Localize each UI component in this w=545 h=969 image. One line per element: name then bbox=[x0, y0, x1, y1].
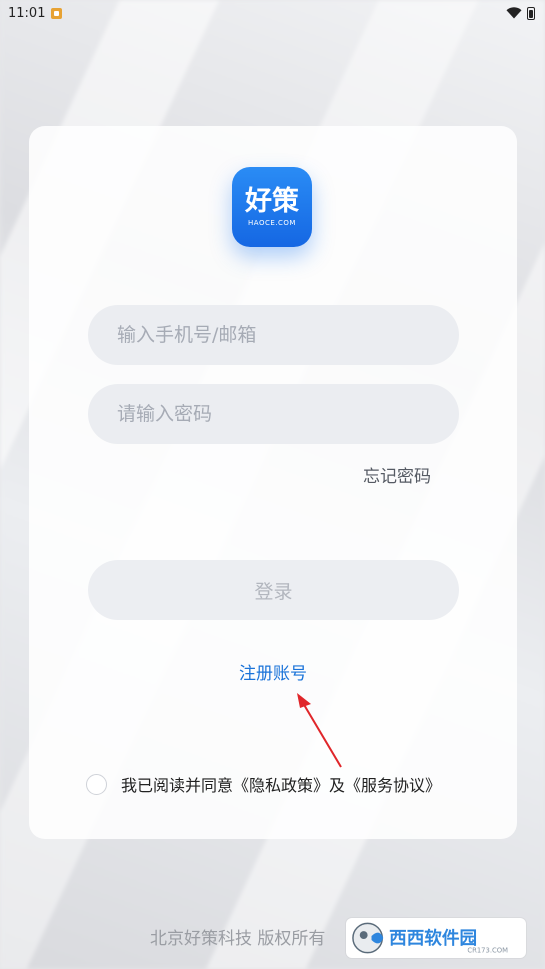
logo-en-text: HAOCE.COM bbox=[248, 219, 296, 227]
register-account-link: 注册账号 bbox=[29, 659, 517, 684]
status-left: 11:01 bbox=[8, 5, 63, 21]
phone-email-input[interactable] bbox=[117, 324, 459, 346]
annotation-arrow-icon bbox=[297, 693, 342, 768]
register-account-label[interactable]: 注册账号 bbox=[239, 664, 307, 684]
watermark-logo-icon: 西西软件园 CR173.COM bbox=[352, 922, 508, 955]
logo-cn-text: 好策 bbox=[245, 186, 299, 217]
forgot-password-link[interactable]: 忘记密码 bbox=[363, 462, 431, 487]
wifi-icon bbox=[506, 7, 522, 19]
password-input[interactable] bbox=[117, 403, 459, 425]
battery-icon bbox=[527, 6, 535, 20]
password-field[interactable] bbox=[88, 384, 459, 444]
agreement-checkbox[interactable] bbox=[86, 773, 107, 795]
watermark-cn-text: 西西软件园 bbox=[389, 928, 477, 949]
agreement-text: 我已阅读并同意《隐私政策》及《服务协议》 bbox=[121, 776, 442, 795]
site-watermark: 西西软件园 CR173.COM bbox=[346, 918, 526, 958]
watermark-en-text: CR173.COM bbox=[467, 947, 508, 955]
status-time: 11:01 bbox=[8, 5, 46, 21]
agreement-row: 我已阅读并同意《隐私政策》及《服务协议》 bbox=[86, 772, 441, 796]
login-card: 好策 HAOCE.COM 忘记密码 登录 注册账号 我已阅读并同意《隐私政策》及… bbox=[29, 126, 517, 839]
status-right bbox=[506, 6, 535, 20]
copyright-footer: 北京好策科技 版权所有 bbox=[150, 929, 326, 949]
notification-app-icon bbox=[51, 7, 63, 19]
app-logo: 好策 HAOCE.COM bbox=[232, 167, 312, 247]
phone-email-field[interactable] bbox=[88, 305, 459, 365]
status-bar: 11:01 bbox=[0, 0, 545, 26]
login-button[interactable]: 登录 bbox=[88, 560, 459, 620]
